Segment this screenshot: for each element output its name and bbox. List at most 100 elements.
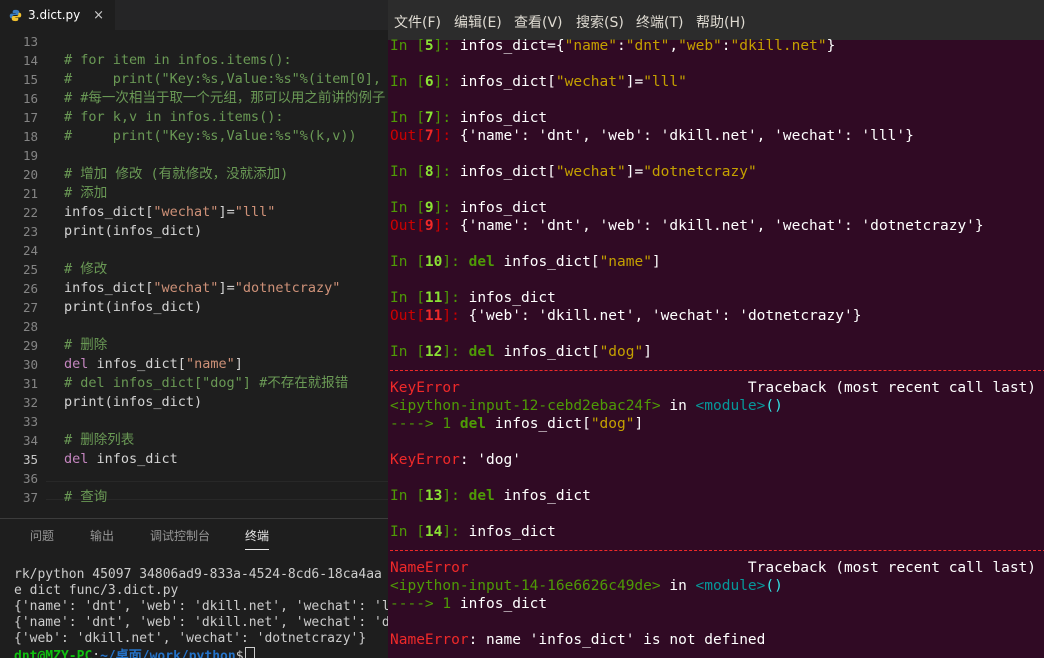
terminal-token: 5 — [424, 38, 434, 54]
code-line: # for k,v in infos.items(): — [64, 108, 283, 127]
terminal-token: ]= — [625, 164, 644, 180]
code-token: del — [64, 356, 89, 372]
terminal-token: : 'dog' — [459, 452, 521, 468]
terminal-token: KeyError — [390, 452, 460, 468]
terminal-token: Traceback (most recent call last) — [747, 560, 1037, 576]
terminal-token: ]: — [442, 344, 469, 360]
code-token: infos_dict — [88, 451, 178, 467]
terminal-line: In [9]: infos_dict — [390, 199, 547, 217]
menu-item[interactable]: 搜索(S) — [576, 12, 624, 32]
terminal-line: e dict func/3.dict.py — [14, 583, 179, 598]
line-number: 27 — [22, 300, 38, 315]
line-number: 16 — [22, 91, 38, 106]
ipython-terminal[interactable]: 文件(F) 编辑(E) 查看(V) 搜索(S) 终端(T) 帮助(H) In [5]: i… — [388, 0, 1044, 658]
panel-tab[interactable]: 调试控制台 — [150, 527, 210, 544]
code-token: infos_dict[ — [64, 204, 154, 220]
code-editor: 12# print(item)1314# for item in infos.i… — [0, 0, 388, 658]
line-number: 13 — [22, 34, 38, 49]
code-line: print(infos_dict) — [64, 298, 202, 317]
terminal-token: In [ — [390, 290, 425, 306]
menu-item[interactable]: 终端(T) — [636, 12, 683, 32]
panel-tab[interactable]: 问题 — [30, 527, 54, 544]
menu-item[interactable]: 查看(V) — [514, 12, 563, 32]
terminal-token: infos_dict — [494, 488, 591, 504]
code-token: "dotnetcrazy" — [234, 280, 341, 296]
code-token: ]= — [218, 280, 235, 296]
code-line: del infos_dict — [64, 450, 178, 469]
terminal-line: In [8]: infos_dict["wechat"]="dotnetcraz… — [390, 163, 757, 181]
line-number: 31 — [22, 376, 38, 391]
terminal-token: ] — [643, 344, 652, 360]
line-number: 18 — [22, 129, 38, 144]
prompt-user: dnt@MZY-PC — [14, 649, 93, 658]
terminal-token: 9 — [424, 200, 434, 216]
terminal-line: In [5]: infos_dict={"name":"dnt","web":"… — [390, 37, 835, 55]
code-token: "lll" — [234, 204, 276, 220]
terminal-token: ]: — [433, 38, 460, 54]
terminal-token: ] — [651, 254, 661, 270]
terminal-token: infos_dict — [459, 200, 548, 216]
terminal-token: ]: — [442, 488, 469, 504]
editor-tab-3-dict-py[interactable]: 3.dict.py × — [0, 0, 115, 30]
panel-tab[interactable]: 终端 — [245, 527, 269, 544]
terminal-token: In [ — [390, 488, 425, 504]
code-line: # 添加 — [64, 184, 107, 203]
code-line: # for item in infos.items(): — [64, 51, 292, 70]
terminal-line: {'name': 'dnt', 'web': 'dkill.net', 'wec… — [14, 615, 388, 630]
terminal-line: In [13]: del infos_dict — [390, 487, 591, 505]
terminal-token: "name" — [564, 38, 618, 54]
terminal-line: KeyError: 'dog' — [390, 451, 521, 469]
code-area[interactable]: 12# print(item)1314# for item in infos.i… — [0, 22, 388, 518]
terminal-token: infos_dict[ — [494, 254, 600, 270]
code-line: del infos_dict["name"] — [64, 355, 243, 374]
active-tab-underline — [245, 549, 269, 550]
terminal-line: KeyError Traceback (most recent call las… — [390, 379, 1036, 397]
prompt-symbol: $ — [235, 649, 244, 658]
terminal-token: infos_dict — [459, 596, 548, 612]
terminal-token: 7 — [424, 128, 434, 144]
code-token: infos_dict[ — [64, 280, 154, 296]
code-line: # 删除列表 — [64, 431, 134, 450]
menu-item[interactable]: 帮助(H) — [696, 12, 745, 32]
terminal-token: "dog" — [599, 344, 644, 360]
code-line: # 查询 — [64, 488, 107, 507]
menu-item[interactable]: 编辑(E) — [454, 12, 502, 32]
code-token: # print("Key:%s,Value:%s"%(k,v)) — [64, 128, 357, 144]
code-token: "wechat" — [153, 280, 219, 296]
code-token: print(infos_dict) — [64, 394, 203, 410]
terminal-token: ]= — [625, 74, 644, 90]
code-line: # print("Key:%s,Value:%s"%(item[0], — [64, 70, 381, 89]
terminal-token: 7 — [424, 110, 434, 126]
terminal-token: infos_dict — [459, 110, 548, 126]
terminal-token: infos_dict — [468, 290, 556, 306]
code-token: print(infos_dict) — [64, 223, 203, 239]
line-number: 23 — [22, 224, 38, 239]
menu-item[interactable]: 文件(F) — [394, 12, 441, 32]
close-tab-icon[interactable]: × — [93, 8, 104, 23]
terminal-token: "lll" — [643, 74, 687, 90]
terminal-token: , — [669, 38, 679, 54]
terminal-line: In [6]: infos_dict["wechat"]="lll" — [390, 73, 687, 91]
code-token: # 增加 修改 (有就修改，没就添加) — [64, 166, 289, 182]
code-token: # for k,v in infos.items(): — [64, 109, 284, 125]
terminal-token: 12 — [424, 344, 443, 360]
terminal-token: Traceback (most recent call last) — [747, 380, 1037, 396]
code-line: # 修改 — [64, 260, 107, 279]
prompt-path: ~/桌面/work/python — [100, 649, 236, 658]
terminal-token: "dkill.net" — [730, 38, 827, 54]
terminal-token: infos_dict[ — [494, 344, 600, 360]
terminal-token: {'name': 'dnt', 'web': 'dkill.net', 'wec… — [459, 218, 984, 234]
line-number: 26 — [22, 281, 38, 296]
code-token: # 查询 — [64, 489, 108, 505]
panel-tab[interactable]: 输出 — [90, 527, 114, 544]
terminal-token: <module> — [695, 398, 766, 414]
code-token: # 修改 — [64, 261, 108, 277]
terminal-token: NameError — [390, 632, 469, 648]
terminal-line: In [10]: del infos_dict["name"] — [390, 253, 661, 271]
code-token: # 删除 — [64, 337, 108, 353]
line-number: 37 — [22, 490, 38, 505]
line-number: 36 — [22, 471, 38, 486]
terminal-token: () — [765, 578, 783, 594]
terminal-token: In [ — [390, 164, 425, 180]
terminal-line: <ipython-input-12-cebd2ebac24f> in <modu… — [390, 397, 783, 415]
